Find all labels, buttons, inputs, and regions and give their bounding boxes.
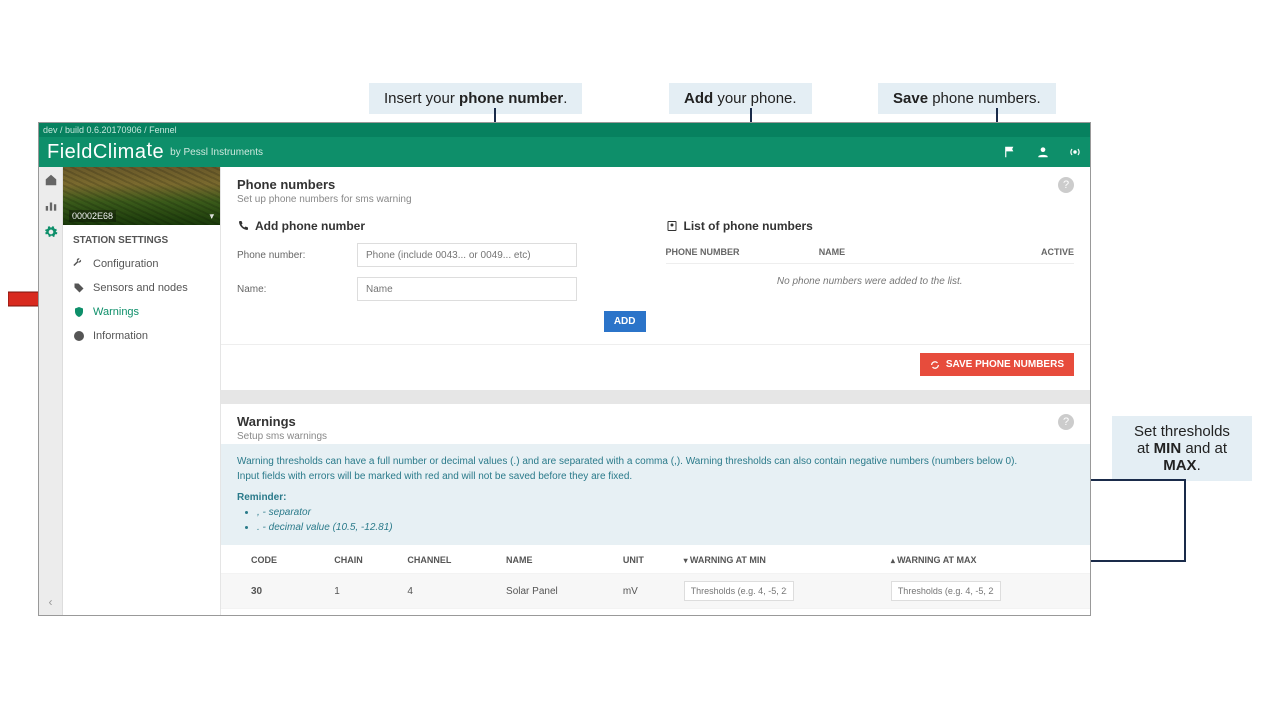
phone-number-label: Phone number: (237, 250, 357, 261)
help-icon[interactable]: ? (1058, 414, 1074, 430)
build-crumb: dev / build 0.6.20170906 / Fennel (39, 123, 1090, 137)
col-name[interactable]: NAME (498, 545, 615, 574)
warnings-panel: Warnings Setup sms warnings ? Warning th… (221, 404, 1090, 615)
sidebar-item-configuration[interactable]: Configuration (63, 252, 220, 276)
chart-icon[interactable] (44, 199, 58, 213)
sidebar-item-sensors[interactable]: Sensors and nodes (63, 276, 220, 300)
cell-chain: 1 (326, 609, 399, 616)
threshold-max-input[interactable] (891, 581, 1001, 601)
callout-phone-number: Insert your phone number. (369, 83, 582, 114)
user-icon[interactable] (1036, 145, 1050, 159)
station-id: 00002E68 (69, 210, 116, 222)
panel-title: Phone numbers (237, 177, 412, 192)
main-content: Phone numbers Set up phone numbers for s… (221, 167, 1090, 615)
shield-check-icon (73, 306, 85, 318)
callout-add-phone: Add your phone. (669, 83, 812, 114)
panel-subtitle: Setup sms warnings (237, 431, 327, 442)
phone-icon (237, 220, 249, 232)
add-phone-heading: Add phone number (237, 219, 646, 233)
brand-byline: by Pessl Instruments (170, 147, 263, 158)
info-icon (73, 330, 85, 342)
sidebar-section: STATION SETTINGS (63, 225, 220, 252)
broadcast-icon[interactable] (1068, 145, 1082, 159)
app-window: dev / build 0.6.20170906 / Fennel FieldC… (38, 122, 1091, 616)
save-phone-numbers-button[interactable]: SAVE PHONE NUMBERS (920, 353, 1074, 376)
col-warning-min[interactable]: WARNING AT MIN (676, 545, 883, 574)
phone-list-header: PHONE NUMBER NAME ACTIVE (666, 243, 1075, 264)
collapse-rail-icon[interactable]: ‹ (49, 595, 53, 609)
sidebar-item-label: Information (93, 330, 148, 342)
threshold-min-input[interactable] (684, 581, 794, 601)
contacts-icon (666, 220, 678, 232)
sidebar-item-label: Configuration (93, 258, 158, 270)
col-unit[interactable]: UNIT (615, 545, 676, 574)
phone-panel: Phone numbers Set up phone numbers for s… (221, 167, 1090, 390)
cell-unit: mm (615, 609, 676, 616)
station-hero[interactable]: 00002E68 ▾ (63, 167, 220, 225)
cell-unit: mV (615, 574, 676, 609)
col-chain[interactable]: CHAIN (326, 545, 399, 574)
col-channel[interactable]: CHANNEL (399, 545, 498, 574)
app-header: FieldClimate by Pessl Instruments (39, 137, 1090, 167)
col-code[interactable]: CODE (221, 545, 326, 574)
panel-title: Warnings (237, 414, 327, 429)
table-row: 3014Solar PanelmV (221, 574, 1090, 609)
chevron-down-icon: ▾ (209, 211, 214, 222)
cell-code: 6 (221, 609, 326, 616)
cell-name: Solar Panel (498, 574, 615, 609)
sidebar-item-label: Warnings (93, 306, 139, 318)
pointer-line (1184, 479, 1186, 561)
help-icon[interactable]: ? (1058, 177, 1074, 193)
sidebar: 00002E68 ▾ STATION SETTINGS Configuratio… (63, 167, 221, 615)
sidebar-item-warnings[interactable]: Warnings (63, 300, 220, 324)
col-warning-max[interactable]: WARNING AT MAX (883, 545, 1090, 574)
phone-list-empty: No phone numbers were added to the list. (666, 264, 1075, 299)
home-icon[interactable] (44, 173, 58, 187)
tag-icon (73, 282, 85, 294)
add-button[interactable]: ADD (604, 311, 646, 332)
sidebar-item-label: Sensors and nodes (93, 282, 188, 294)
phone-name-input[interactable] (357, 277, 577, 301)
callout-save-phone: Save phone numbers. (878, 83, 1056, 114)
sidebar-item-information[interactable]: Information (63, 324, 220, 348)
cell-code: 30 (221, 574, 326, 609)
flag-icon[interactable] (1004, 145, 1018, 159)
gear-icon[interactable] (44, 225, 58, 239)
list-phone-heading: List of phone numbers (666, 219, 1075, 233)
wrench-icon (73, 258, 85, 270)
cell-name: Precipitation (498, 609, 615, 616)
cell-chain: 1 (326, 574, 399, 609)
pointer-line (1091, 479, 1185, 481)
cell-channel: 4 (399, 574, 498, 609)
phone-number-input[interactable] (357, 243, 577, 267)
warnings-info: Warning thresholds can have a full numbe… (221, 444, 1090, 545)
refresh-icon (930, 360, 940, 370)
warnings-table: CODE CHAIN CHANNEL NAME UNIT WARNING AT … (221, 545, 1090, 615)
phone-name-label: Name: (237, 284, 357, 295)
brand-logo: FieldClimate (47, 141, 164, 164)
cell-channel: 5 (399, 609, 498, 616)
table-row: 615Precipitationmm (221, 609, 1090, 616)
callout-thresholds: Set thresholds at MIN and at MAX. (1112, 416, 1252, 481)
panel-subtitle: Set up phone numbers for sms warning (237, 194, 412, 205)
icon-rail: ‹ (39, 167, 63, 615)
